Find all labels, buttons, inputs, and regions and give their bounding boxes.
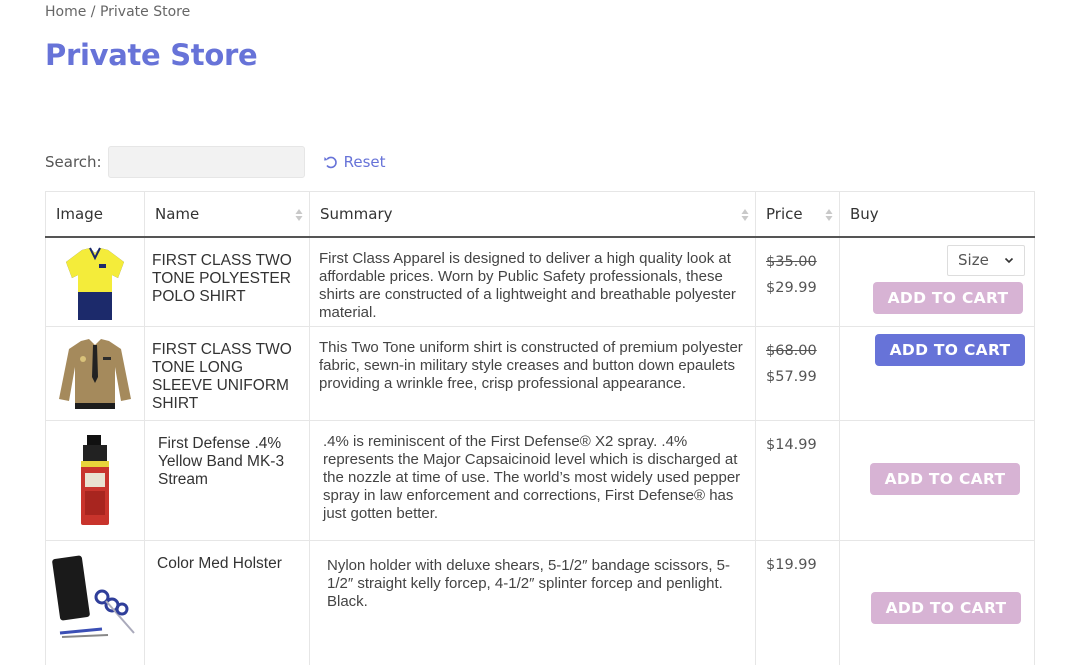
search-bar: Search: Reset xyxy=(45,146,386,178)
table-row: Color Med Holster Nylon holder with delu… xyxy=(45,540,1035,665)
buy-cell: Size ADD TO CART xyxy=(839,236,1035,327)
buy-cell: ADD TO CART xyxy=(839,420,1035,541)
price: $14.99 xyxy=(766,437,817,453)
page-title: Private Store xyxy=(45,38,258,72)
column-header-image: Image xyxy=(45,191,145,238)
breadcrumb: Home / Private Store xyxy=(45,4,190,20)
product-image-cell xyxy=(45,540,145,665)
sale-price: $29.99 xyxy=(766,279,817,296)
table-row: First Defense .4% Yellow Band MK-3 Strea… xyxy=(45,420,1035,541)
breadcrumb-home-link[interactable]: Home xyxy=(45,4,86,20)
uniform-shirt-image[interactable] xyxy=(55,337,135,413)
column-header-buy: Buy xyxy=(839,191,1035,238)
products-table: Image Name Summary Price Buy FIRST CLASS… xyxy=(45,191,1035,665)
undo-icon xyxy=(323,156,337,169)
breadcrumb-separator: / xyxy=(86,4,100,20)
product-image-cell xyxy=(45,420,145,541)
med-holster-image[interactable] xyxy=(52,553,138,641)
sort-icon xyxy=(295,209,303,221)
table-header-row: Image Name Summary Price Buy xyxy=(45,191,1035,238)
add-to-cart-button[interactable]: ADD TO CART xyxy=(870,463,1020,495)
breadcrumb-current: Private Store xyxy=(99,4,191,20)
table-row: FIRST CLASS TWO TONE LONG SLEEVE UNIFORM… xyxy=(45,326,1035,421)
product-price-cell: $14.99 xyxy=(755,420,840,541)
product-name[interactable]: FIRST CLASS TWO TONE POLYESTER POLO SHIR… xyxy=(144,236,310,327)
add-to-cart-button[interactable]: ADD TO CART xyxy=(871,592,1021,624)
add-to-cart-button[interactable]: ADD TO CART xyxy=(873,281,1023,314)
product-summary: Nylon holder with deluxe shears, 5-1/2″ … xyxy=(309,540,756,665)
product-price-cell: $68.00 $57.99 xyxy=(755,326,840,421)
chevron-down-icon xyxy=(1004,257,1014,264)
product-name[interactable]: FIRST CLASS TWO TONE LONG SLEEVE UNIFORM… xyxy=(144,326,310,421)
product-image-cell xyxy=(45,236,145,327)
size-select-value: Size xyxy=(958,251,989,269)
product-image-cell xyxy=(45,326,145,421)
reset-label: Reset xyxy=(343,153,386,171)
search-label: Search: xyxy=(45,153,102,171)
table-row: FIRST CLASS TWO TONE POLYESTER POLO SHIR… xyxy=(45,236,1035,327)
column-header-price[interactable]: Price xyxy=(755,191,840,238)
sort-icon xyxy=(825,209,833,221)
column-header-summary[interactable]: Summary xyxy=(309,191,756,238)
price: $19.99 xyxy=(766,557,817,573)
polo-shirt-image[interactable] xyxy=(60,244,130,324)
product-name[interactable]: Color Med Holster xyxy=(144,540,310,665)
buy-cell: ADD TO CART xyxy=(839,540,1035,665)
product-price-cell: $19.99 xyxy=(755,540,840,665)
search-input[interactable] xyxy=(107,146,305,178)
buy-cell: ADD TO CART xyxy=(839,326,1035,421)
sale-price: $57.99 xyxy=(766,369,817,385)
add-to-cart-button[interactable]: ADD TO CART xyxy=(875,334,1025,366)
original-price: $35.00 xyxy=(766,253,817,270)
reset-button[interactable]: Reset xyxy=(323,153,386,171)
sort-icon xyxy=(741,209,749,221)
product-summary: First Class Apparel is designed to deliv… xyxy=(309,236,756,327)
product-summary: .4% is reminiscent of the First Defense®… xyxy=(309,420,756,541)
column-header-name[interactable]: Name xyxy=(144,191,310,238)
product-price-cell: $35.00 $29.99 xyxy=(755,236,840,327)
pepper-spray-image[interactable] xyxy=(75,433,115,527)
size-select[interactable]: Size xyxy=(947,244,1025,276)
original-price: $68.00 xyxy=(766,343,817,359)
product-summary: This Two Tone uniform shirt is construct… xyxy=(309,326,756,421)
product-name[interactable]: First Defense .4% Yellow Band MK-3 Strea… xyxy=(144,420,310,541)
